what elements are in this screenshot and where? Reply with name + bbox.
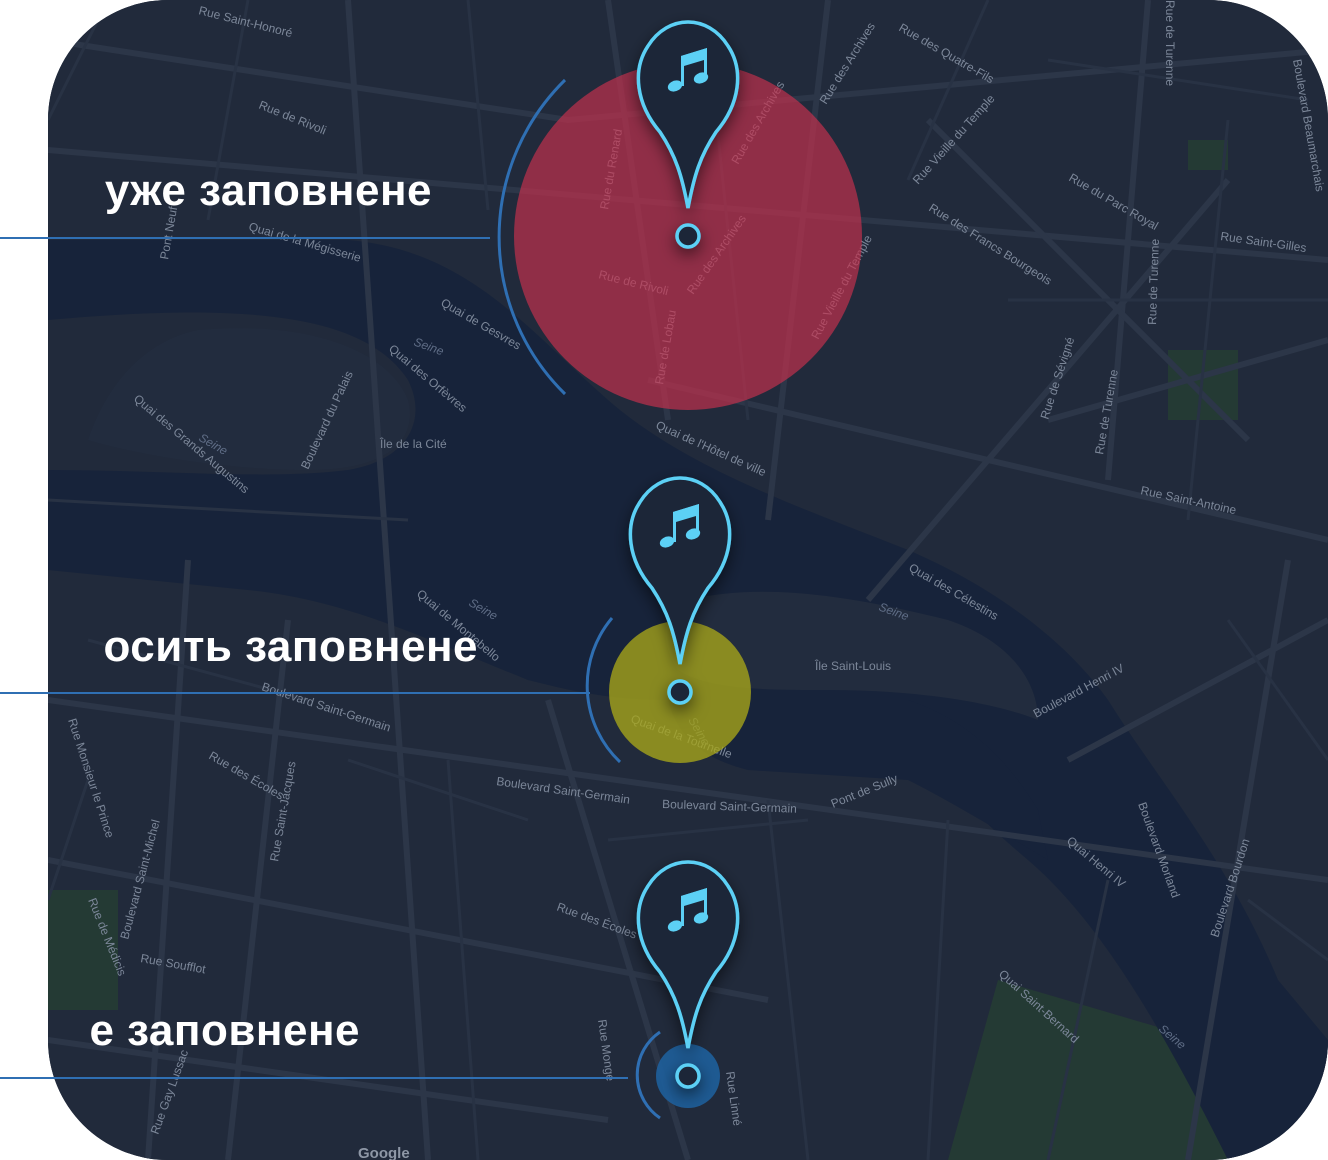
google-attribution: Google (358, 1145, 410, 1160)
guide-line-not-full (0, 1077, 628, 1079)
guide-line-nearly-full (0, 692, 590, 694)
status-label-nearly-full: осить заповнене (103, 622, 478, 671)
district-label: Île Saint-Louis (814, 658, 891, 673)
guide-line-full (0, 237, 490, 239)
district-label: Île de la Cité (379, 436, 447, 451)
status-label-full: уже заповнене (104, 166, 432, 215)
street-label: Rue de Turenne (1163, 0, 1177, 86)
status-label-not-full: е заповнене (89, 1006, 360, 1055)
